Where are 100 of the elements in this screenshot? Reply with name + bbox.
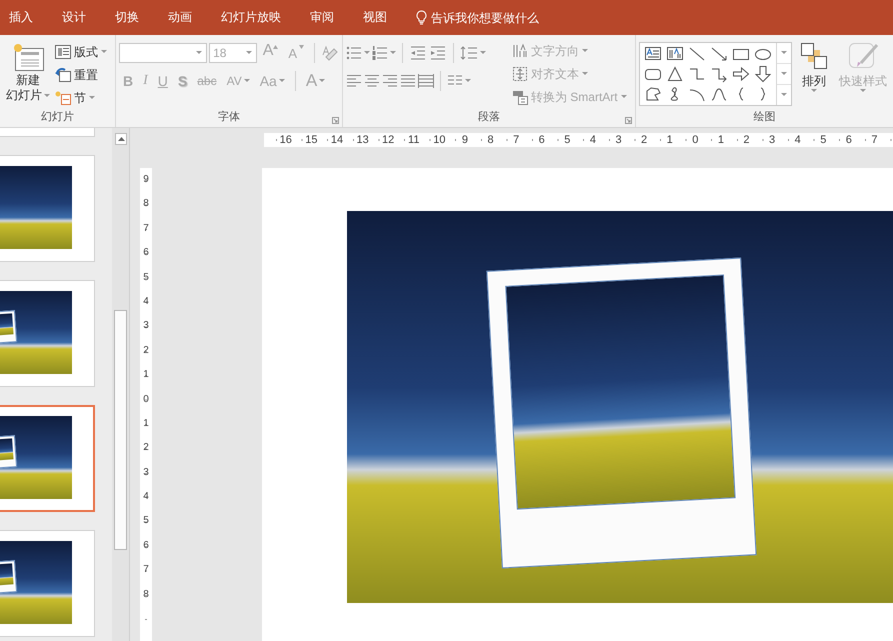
- dropdown-caret-icon: [246, 51, 252, 55]
- ruler-number: 4: [142, 294, 150, 309]
- caret-icon: [582, 49, 588, 53]
- scroll-up-icon[interactable]: [118, 137, 124, 141]
- ruler-number: 2: [142, 441, 150, 456]
- ruler-number: 10: [432, 133, 446, 147]
- new-slide-button[interactable]: 新建 幻灯片: [3, 39, 53, 110]
- ruler-number: 5: [142, 270, 150, 285]
- ruler-number: 6: [538, 133, 546, 147]
- ribbon-tab[interactable]: 视图: [363, 6, 387, 29]
- ruler-number: 12: [381, 133, 396, 147]
- ruler-number: 11: [407, 133, 420, 147]
- caret-icon: [480, 51, 486, 55]
- slide-option-button[interactable]: 重置: [53, 64, 109, 86]
- section-icon[interactable]: [55, 91, 71, 105]
- caret-icon: [44, 94, 50, 98]
- slide-thumbnail[interactable]: [0, 280, 95, 387]
- slide-thumbnail[interactable]: [0, 405, 95, 512]
- ruler-number: 6: [142, 246, 150, 260]
- caret-icon: [244, 79, 250, 83]
- scrollbar[interactable]: [112, 128, 130, 641]
- ruler-number: 0: [691, 133, 700, 147]
- ruler-number: 7: [142, 222, 150, 236]
- down-arrow-icon[interactable]: [754, 65, 772, 83]
- more-shapes-icon: [781, 93, 787, 97]
- right-arrow-icon[interactable]: [732, 65, 750, 83]
- ruler-number: 4: [794, 133, 802, 147]
- ruler-number: 15: [304, 133, 319, 147]
- ribbon-tab[interactable]: 设计: [62, 6, 86, 29]
- ribbon-tab[interactable]: 动画: [168, 6, 192, 29]
- slide-option-button[interactable]: 节: [53, 87, 109, 109]
- slide-option-button[interactable]: 版式: [53, 41, 109, 63]
- ruler-number: 2: [742, 133, 751, 147]
- ribbon-tab[interactable]: 切换: [115, 6, 139, 29]
- ruler-number: 3: [614, 133, 623, 147]
- caret-icon: [620, 95, 627, 99]
- arrow-line-icon[interactable]: [710, 45, 728, 63]
- triangle-icon[interactable]: [666, 65, 684, 83]
- caret-icon: [582, 72, 588, 76]
- ruler-number: 6: [844, 133, 853, 147]
- freeform-icon[interactable]: [644, 85, 662, 103]
- ruler-number: 7: [870, 133, 879, 147]
- ruler-number: 5: [563, 133, 572, 147]
- ruler-number: 5: [819, 133, 828, 147]
- ruler-number: 1: [142, 368, 150, 382]
- ruler-number: 6: [142, 538, 150, 553]
- caret-icon: [860, 89, 866, 93]
- ruler-number: 13: [355, 133, 370, 147]
- ribbon-tab[interactable]: 插入: [9, 6, 33, 29]
- caret-icon: [390, 51, 396, 55]
- ruler-number: 4: [588, 133, 597, 147]
- ruler-number: 3: [768, 133, 776, 147]
- group-label: 幻灯片: [40, 110, 75, 125]
- vertical-text-box-icon[interactable]: [666, 45, 684, 63]
- drawing-option-button[interactable]: 排列: [796, 39, 832, 95]
- ruler-number: 7: [142, 563, 150, 578]
- ruler-number: 8: [142, 588, 150, 602]
- triangle-up-icon: [273, 45, 278, 49]
- arrange-icon: [799, 41, 829, 71]
- ruler-number: 14: [330, 133, 344, 147]
- ruler-number: 16: [278, 133, 293, 147]
- ruler-number: 2: [142, 344, 150, 358]
- caret-icon: [319, 79, 326, 83]
- ruler-number: 5: [142, 514, 150, 528]
- scrollbar-thumb[interactable]: [114, 310, 127, 550]
- group-label: 绘图: [752, 110, 776, 125]
- new-slide-icon: [11, 41, 45, 73]
- reset-icon[interactable]: [55, 68, 71, 82]
- dropdown-caret-icon: [196, 51, 202, 55]
- caret-icon: [464, 79, 471, 83]
- scroll-down-icon: [781, 72, 787, 76]
- quick-styles-icon: [847, 41, 879, 71]
- caret-icon: [278, 79, 285, 83]
- ribbon-tab[interactable]: 幻灯片放映: [221, 6, 281, 29]
- slide-thumbnail[interactable]: [0, 155, 95, 262]
- ruler-number: 0: [142, 392, 150, 407]
- tell-me-field[interactable]: 告诉我你想要做什么: [431, 10, 561, 24]
- ruler-number: 1: [142, 416, 150, 431]
- ribbon-tab[interactable]: 审阅: [310, 6, 334, 29]
- line-icon[interactable]: [688, 45, 706, 63]
- ruler-number: 3: [142, 319, 150, 334]
- triangle-down-icon: [299, 45, 304, 49]
- ruler-number: 7: [512, 133, 520, 147]
- group-label: 段落: [476, 110, 501, 125]
- caret-icon: [364, 51, 370, 55]
- ruler-number: 8: [486, 133, 495, 147]
- ruler-number: 4: [142, 490, 150, 504]
- ruler-number: 9: [460, 133, 470, 147]
- slide-thumbnail[interactable]: [0, 530, 95, 637]
- group-label: 字体: [216, 110, 241, 125]
- caret-icon: [811, 89, 817, 93]
- layout-icon[interactable]: [55, 45, 71, 59]
- caret-icon: [101, 50, 107, 54]
- ruler-number: 9: [142, 173, 150, 187]
- ruler-number: 8: [142, 197, 150, 212]
- caret-icon: [89, 96, 95, 100]
- ruler-number: 1: [666, 133, 674, 147]
- text-box-icon[interactable]: [644, 45, 662, 63]
- ruler-number: 2: [640, 133, 648, 147]
- scroll-up-icon: [781, 51, 787, 55]
